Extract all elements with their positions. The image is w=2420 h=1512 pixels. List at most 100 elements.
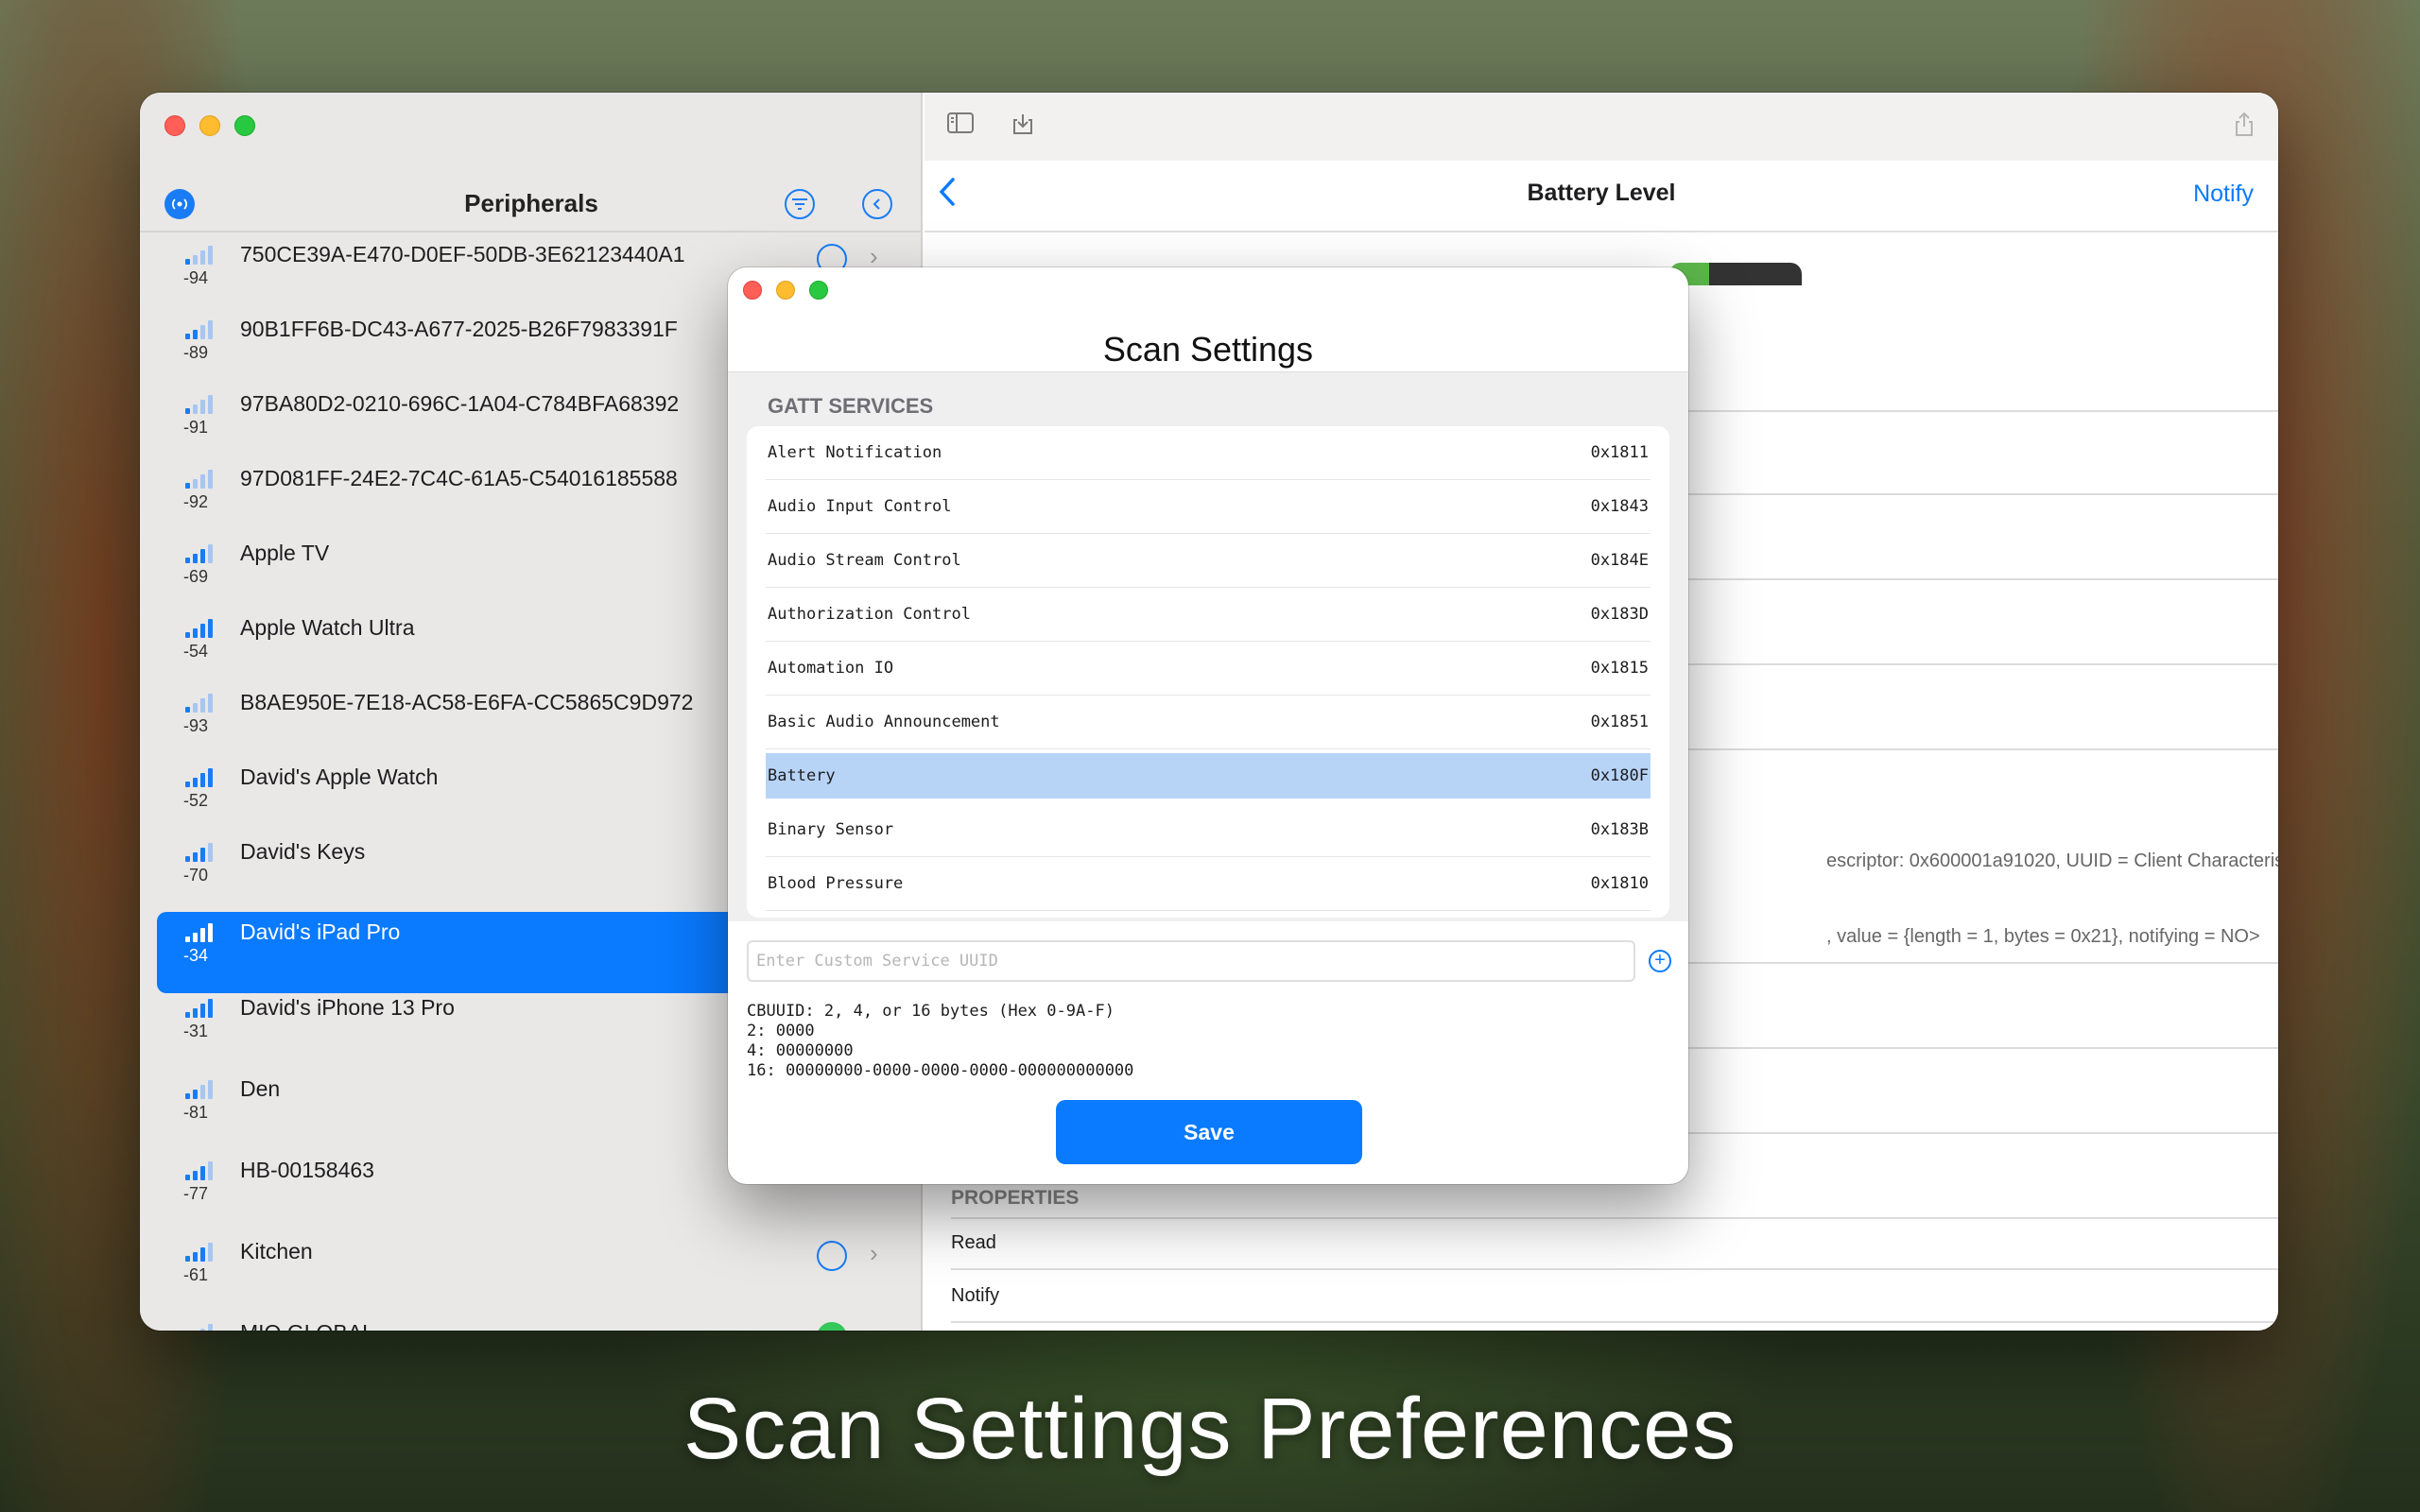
uuid-help-line: 16: 00000000-0000-0000-0000-000000000000 <box>747 1061 1134 1080</box>
rssi-value: -61 <box>183 1265 209 1284</box>
service-code: 0x184E <box>1590 551 1649 570</box>
rssi-value: -77 <box>183 1184 209 1203</box>
service-code: 0x1810 <box>1590 874 1649 893</box>
dialog-close-button[interactable] <box>743 281 762 300</box>
dialog-zoom-button[interactable] <box>809 281 828 300</box>
signal-strength-icon <box>185 393 217 414</box>
service-code: 0x1815 <box>1590 659 1649 678</box>
service-row[interactable]: Audio Input Control 0x1843 <box>766 480 1651 534</box>
rssi-value: -94 <box>183 268 209 287</box>
navigation-bar: Battery Level Notify <box>925 161 2278 232</box>
share-icon[interactable] <box>2229 112 2259 142</box>
rssi-value: -52 <box>183 791 209 810</box>
service-name: Audio Input Control <box>768 497 952 516</box>
sidebar-toggle-icon[interactable] <box>945 112 976 142</box>
close-window-button[interactable] <box>164 115 185 136</box>
descriptor-text: escriptor: 0x600001a91020, UUID = Client… <box>1826 850 2278 871</box>
divider <box>951 1268 2278 1270</box>
peripheral-row[interactable]: MIO GLOBAL › <box>157 1313 923 1331</box>
service-code: 0x183D <box>1590 605 1649 624</box>
custom-uuid-input[interactable] <box>747 940 1635 982</box>
download-tray-icon[interactable] <box>1008 112 1038 142</box>
peripheral-name: 97D081FF-24E2-7C4C-61A5-C54016185588 <box>240 466 678 490</box>
rssi-value: -34 <box>183 946 209 965</box>
peripheral-name: 90B1FF6B-DC43-A677-2025-B26F7983391F <box>240 317 678 341</box>
signal-strength-icon <box>185 921 217 942</box>
service-name: Blood Pressure <box>768 874 904 893</box>
service-row[interactable]: Automation IO 0x1815 <box>766 642 1651 696</box>
service-row[interactable]: Battery 0x180F <box>766 753 1651 799</box>
service-name: Automation IO <box>768 659 894 678</box>
service-name: Binary Sensor <box>768 820 894 839</box>
scan-settings-dialog: Scan Settings GATT SERVICES Alert Notifi… <box>728 267 1688 1184</box>
gatt-services-list: Alert Notification 0x1811 Audio Input Cont… <box>747 426 1669 918</box>
collapse-chevron-icon[interactable] <box>862 189 892 219</box>
service-code: 0x183B <box>1590 820 1649 839</box>
rssi-value: -92 <box>183 492 209 511</box>
service-row[interactable]: Authorization Control 0x183D <box>766 588 1651 642</box>
window-controls <box>164 115 255 136</box>
signal-strength-icon <box>185 1241 217 1262</box>
service-name: Alert Notification <box>768 443 942 462</box>
peripheral-name: MIO GLOBAL <box>240 1320 374 1331</box>
notify-button[interactable]: Notify <box>2193 180 2254 208</box>
peripheral-name: B8AE950E-7E18-AC58-E6FA-CC5865C9D972 <box>240 690 694 714</box>
peripheral-name: 750CE39A-E470-D0EF-50DB-3E62123440A1 <box>240 242 685 266</box>
signal-strength-icon <box>185 841 217 862</box>
property-read: Read <box>951 1232 996 1253</box>
service-row[interactable]: Blood Pressure 0x1810 <box>766 857 1651 911</box>
service-name: Basic Audio Announcement <box>768 713 1000 731</box>
peripheral-row[interactable]: -61 Kitchen › <box>157 1231 923 1313</box>
peripheral-name: HB-00158463 <box>240 1158 374 1182</box>
minimize-window-button[interactable] <box>199 115 220 136</box>
marketing-caption: Scan Settings Preferences <box>683 1381 1737 1477</box>
uuid-help-line: CBUUID: 2, 4, or 16 bytes (Hex 0-9A-F) <box>747 1002 1115 1021</box>
rssi-value: -31 <box>183 1022 209 1040</box>
service-code: 0x1851 <box>1590 713 1649 731</box>
zoom-window-button[interactable] <box>234 115 255 136</box>
dialog-window-controls <box>743 281 828 300</box>
signal-strength-icon <box>185 318 217 339</box>
rssi-value: -54 <box>183 642 209 661</box>
connect-link-icon[interactable] <box>817 1241 847 1271</box>
signal-strength-icon <box>185 542 217 563</box>
properties-section-label: PROPERTIES <box>951 1187 1080 1209</box>
signal-strength-icon <box>185 617 217 638</box>
rssi-value: -91 <box>183 418 209 437</box>
dialog-title: Scan Settings <box>1102 330 1314 369</box>
peripheral-name: Den <box>240 1076 281 1101</box>
notify-toggle[interactable] <box>1669 263 1802 285</box>
signal-strength-icon <box>185 997 217 1018</box>
service-row[interactable]: Audio Stream Control 0x184E <box>766 534 1651 588</box>
connect-link-icon[interactable] <box>817 1322 847 1331</box>
rssi-value: -93 <box>183 716 209 735</box>
peripheral-name: Apple Watch Ultra <box>240 615 415 640</box>
property-notify: Notify <box>951 1285 1000 1306</box>
rssi-value: -89 <box>183 343 209 362</box>
service-name: Authorization Control <box>768 605 971 624</box>
rssi-value: -69 <box>183 567 209 586</box>
signal-strength-icon <box>185 1322 217 1331</box>
toolbar <box>925 93 2278 161</box>
save-button[interactable]: Save <box>1056 1100 1362 1164</box>
service-row[interactable]: Basic Audio Announcement 0x1851 <box>766 696 1651 749</box>
signal-strength-icon <box>185 1078 217 1099</box>
signal-strength-icon <box>185 468 217 489</box>
signal-strength-icon <box>185 692 217 713</box>
dialog-minimize-button[interactable] <box>776 281 795 300</box>
signal-strength-icon <box>185 1160 217 1180</box>
service-name: Audio Stream Control <box>768 551 961 570</box>
peripheral-name: Apple TV <box>240 541 330 565</box>
gatt-services-label: GATT SERVICES <box>768 394 934 418</box>
peripheral-name: 97BA80D2-0210-696C-1A04-C784BFA68392 <box>240 391 680 416</box>
signal-strength-icon <box>185 244 217 265</box>
peripheral-name: David's Apple Watch <box>240 765 439 789</box>
service-code: 0x1843 <box>1590 497 1649 516</box>
uuid-help-line: 4: 00000000 <box>747 1041 854 1060</box>
divider <box>951 1217 2278 1219</box>
service-row[interactable]: Alert Notification 0x1811 <box>766 426 1651 480</box>
filter-icon[interactable] <box>785 189 815 219</box>
service-row[interactable]: Binary Sensor 0x183B <box>766 803 1651 857</box>
uuid-help-line: 2: 0000 <box>747 1022 815 1040</box>
add-uuid-plus-icon[interactable]: + <box>1649 950 1671 972</box>
